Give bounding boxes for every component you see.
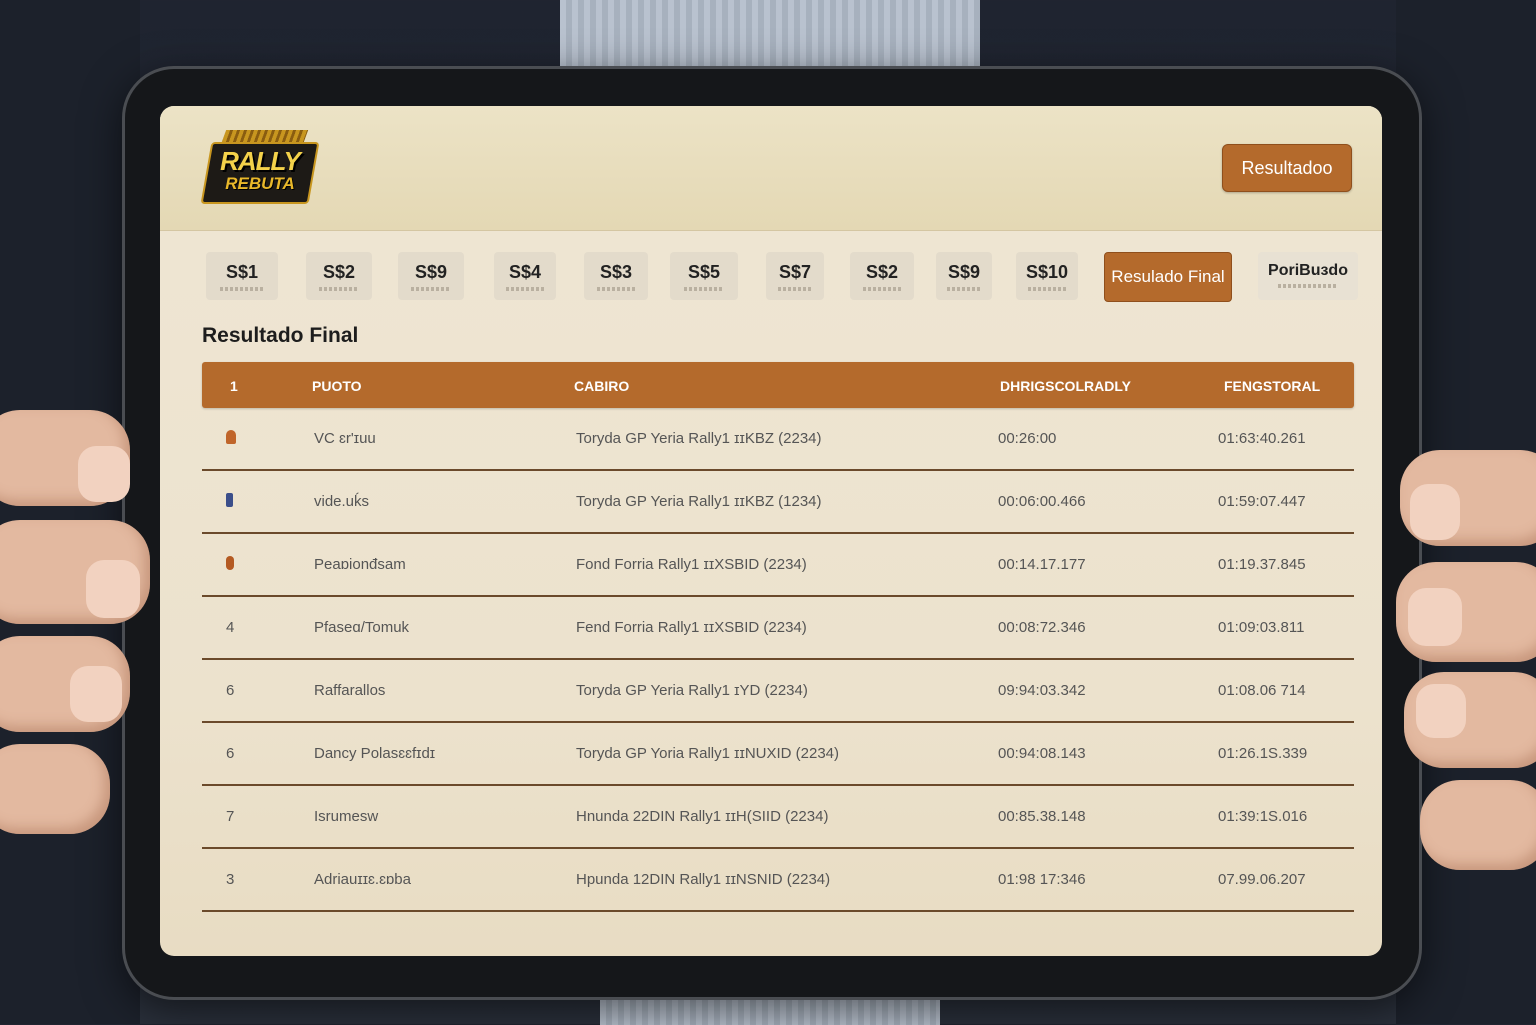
position: 6 — [226, 745, 235, 762]
table-row[interactable]: vide.uḱs Toryda GP Yeria Rally1 ɪɪKBZ (1… — [202, 471, 1354, 534]
tab-stage[interactable]: S$2 — [306, 252, 372, 300]
table-row[interactable]: 3 Adriauɪɪɛ.ɛɒba Hpunda 12DIN Rally1 ɪɪN… — [202, 849, 1354, 912]
total-time: 07.99.06.207 — [1218, 871, 1306, 888]
tab-stage[interactable]: S$9 — [936, 252, 992, 300]
fingernail — [1416, 684, 1466, 738]
tab-stage[interactable]: S$7 — [766, 252, 824, 300]
driver-name: VC ɛr'ɪuu — [314, 430, 376, 447]
tab-stage[interactable]: S$2 — [850, 252, 914, 300]
stage-time: 00:94:08.143 — [998, 745, 1086, 762]
total-time: 01:63:40.261 — [1218, 430, 1306, 447]
total-time: 01:26.1S.339 — [1218, 745, 1308, 762]
driver-name: Raffarallos — [314, 682, 386, 699]
position: 3 — [226, 871, 235, 888]
medal-icon — [226, 493, 233, 511]
fingernail — [1408, 588, 1462, 646]
total-time: 01:08.06 714 — [1218, 682, 1306, 699]
person-jacket-left — [0, 0, 140, 1024]
medal-icon — [226, 556, 234, 574]
table-row[interactable]: 7 Isrumesw Hnunda 22DIN Rally1 ɪɪH(SIID … — [202, 786, 1354, 849]
total-time: 01:09:03.811 — [1218, 619, 1305, 636]
table-row[interactable]: 6 Raffarallos Toryda GP Yeria Rally1 ɪYD… — [202, 660, 1354, 723]
tab-stage[interactable]: S$1 — [206, 252, 278, 300]
stage-tabs: S$1 S$2 S$9 S$4 S$3 S$5 S$7 S$2 S$9 S$10… — [204, 252, 1364, 308]
header-driver: PUOTO — [312, 378, 362, 394]
logo-text-sub: REBUTA — [225, 174, 295, 193]
header-total: FENGSTORAL — [1224, 378, 1321, 394]
app-screen: RALLY REBUTA Resultadoo S$1 S$2 S$9 S$4 … — [160, 106, 1382, 956]
stage-time: 00:06:00.466 — [998, 493, 1086, 510]
driver-name: vide.uḱs — [314, 493, 370, 510]
total-time: 01:39:1S.016 — [1218, 808, 1308, 825]
table-row[interactable]: 6 Dancy Polasɛɛfɪdɪ Toryda GP Yoria Rall… — [202, 723, 1354, 786]
fingernail — [86, 560, 140, 618]
tab-stage[interactable]: S$9 — [398, 252, 464, 300]
fingernail — [70, 666, 122, 722]
trophy-icon — [226, 430, 236, 448]
tab-stage[interactable]: S$4 — [494, 252, 556, 300]
results-table: 1 PUOTO CABIRO DHRIGSCOLRADLY FENGSTORAL… — [202, 362, 1354, 912]
total-time: 01:19.37.845 — [1218, 556, 1306, 573]
tab-stage[interactable]: S$10 — [1016, 252, 1078, 300]
position: 4 — [226, 619, 235, 636]
table-row[interactable]: Peaɒionđsam Fond Forria Rally1 ɪɪXSBID (… — [202, 534, 1354, 597]
driver-name: Isrumesw — [314, 808, 379, 825]
position: 6 — [226, 682, 235, 699]
car-name: Fend Forria Rally1 ɪɪXSBID (2234) — [576, 619, 807, 636]
header-time: DHRIGSCOLRADLY — [1000, 378, 1131, 394]
stage-time: 00:26:00 — [998, 430, 1057, 447]
car-name: Hnunda 22DIN Rally1 ɪɪH(SIID (2234) — [576, 808, 829, 825]
fingernail — [1410, 484, 1460, 540]
tab-stage[interactable]: S$3 — [584, 252, 648, 300]
total-time: 01:59:07.447 — [1218, 493, 1306, 510]
position: 7 — [226, 808, 235, 825]
driver-name: Adriauɪɪɛ.ɛɒba — [314, 871, 411, 888]
car-name: Fond Forria Rally1 ɪɪXSBID (2234) — [576, 556, 807, 573]
stage-time: 00:14.17.177 — [998, 556, 1086, 573]
right-hand-finger — [1420, 780, 1536, 870]
header-pos: 1 — [230, 378, 238, 394]
tab-stage[interactable]: S$5 — [670, 252, 738, 300]
tab-final-result[interactable]: Resulado Final — [1104, 252, 1232, 302]
driver-name: Peaɒionđsam — [314, 556, 406, 573]
logo-stripe — [221, 130, 309, 142]
stage-time: 00:85.38.148 — [998, 808, 1086, 825]
tab-extra[interactable]: PoriBuɜdo — [1258, 252, 1358, 300]
car-name: Toryda GP Yeria Rally1 ɪYD (2234) — [576, 682, 808, 699]
rally-logo[interactable]: RALLY REBUTA — [200, 128, 320, 204]
car-name: Toryda GP Yeria Rally1 ɪɪKBZ (1234) — [576, 493, 822, 510]
fingernail — [78, 446, 130, 502]
car-name: Toryda GP Yoria Rally1 ɪɪNUXID (2234) — [576, 745, 840, 762]
car-name: Toryda GP Yeria Rally1 ɪɪKBZ (2234) — [576, 430, 822, 447]
stage-time: 01:98 17:346 — [998, 871, 1086, 888]
driver-name: Dancy Polasɛɛfɪdɪ — [314, 745, 436, 762]
logo-text-rally: RALLY — [220, 146, 301, 176]
header-car: CABIRO — [574, 378, 630, 394]
stage-time: 09:94:03.342 — [998, 682, 1086, 699]
table-row[interactable]: VC ɛr'ɪuu Toryda GP Yeria Rally1 ɪɪKBZ (… — [202, 408, 1354, 471]
results-button[interactable]: Resultadoo — [1222, 144, 1352, 192]
table-row[interactable]: 4 Pfaseɑ/Tomuk Fend Forria Rally1 ɪɪXSBI… — [202, 597, 1354, 660]
table-header: 1 PUOTO CABIRO DHRIGSCOLRADLY FENGSTORAL — [202, 362, 1354, 408]
top-bar: RALLY REBUTA Resultadoo — [160, 106, 1382, 231]
section-title: Resultado Final — [202, 324, 359, 347]
left-hand-finger — [0, 744, 110, 834]
driver-name: Pfaseɑ/Tomuk — [314, 619, 410, 636]
stage-time: 00:08:72.346 — [998, 619, 1086, 636]
car-name: Hpunda 12DIN Rally1 ɪɪNSNID (2234) — [576, 871, 831, 888]
